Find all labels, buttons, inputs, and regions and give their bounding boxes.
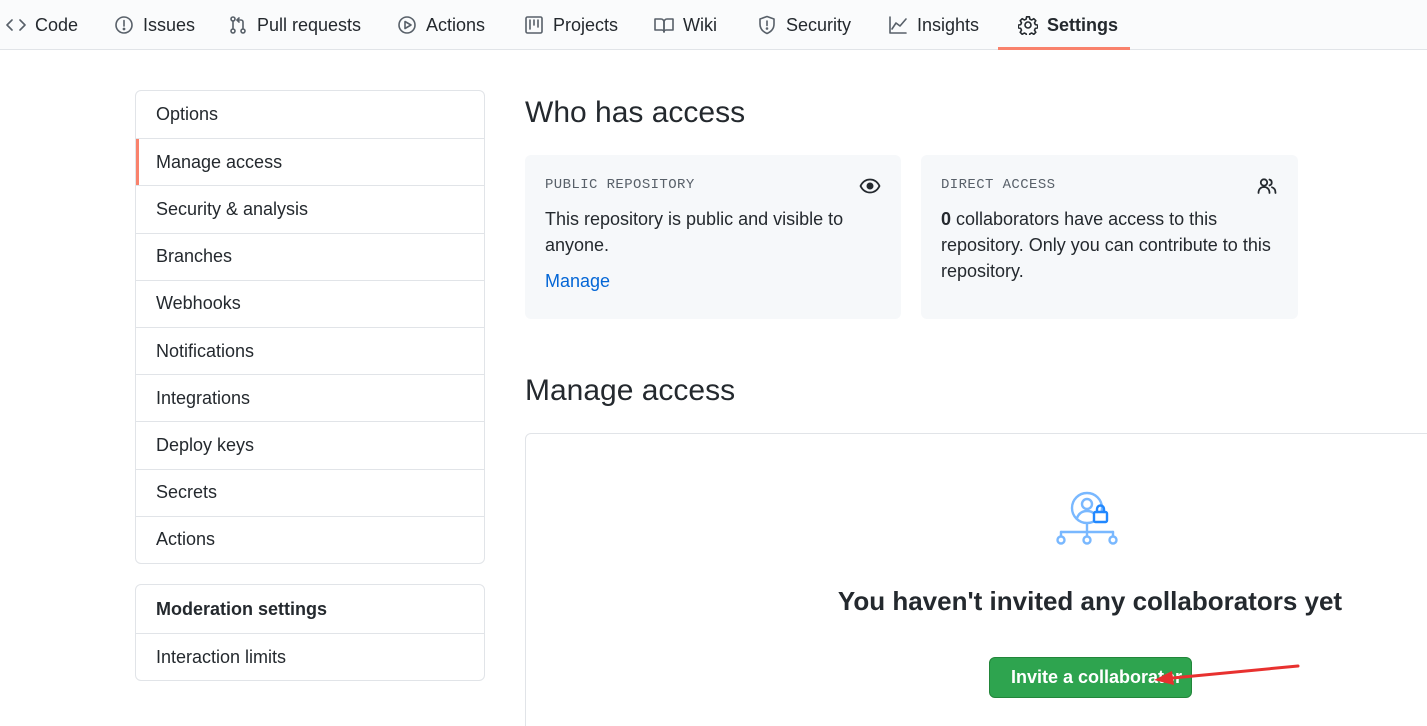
tab-label: Settings bbox=[1047, 14, 1119, 35]
person-lock-tree-icon bbox=[1056, 488, 1124, 554]
tab-actions[interactable]: Actions bbox=[397, 0, 485, 50]
tab-label: Issues bbox=[143, 14, 196, 35]
public-repository-text: This repository is public and visible to… bbox=[545, 209, 844, 255]
sidebar-item-label: Notifications bbox=[156, 340, 255, 361]
moderation-settings-heading: Moderation settings bbox=[156, 598, 328, 619]
tab-label: Code bbox=[35, 14, 79, 35]
tab-code[interactable]: Code bbox=[6, 0, 78, 50]
direct-access-label: DIRECT ACCESS bbox=[941, 177, 1056, 193]
public-repository-box: PUBLIC REPOSITORY This repository is pub… bbox=[525, 155, 901, 319]
manage-access-heading: Manage access bbox=[525, 374, 736, 407]
collaborator-count: 0 bbox=[941, 209, 952, 229]
tab-label: Wiki bbox=[683, 14, 717, 35]
issue-opened-icon bbox=[114, 15, 134, 35]
tab-pull-requests[interactable]: Pull requests bbox=[228, 0, 361, 50]
direct-access-description: collaborators have access to this reposi… bbox=[941, 209, 1271, 281]
shield-icon bbox=[757, 15, 777, 35]
tab-wiki[interactable]: Wiki bbox=[654, 0, 717, 50]
sidebar-item-deploy-keys[interactable]: Deploy keys bbox=[136, 421, 484, 468]
sidebar-item-secrets[interactable]: Secrets bbox=[136, 468, 484, 516]
sidebar-item-branches[interactable]: Branches bbox=[136, 232, 484, 280]
who-has-access-heading: Who has access bbox=[525, 96, 746, 129]
direct-access-text: 0 collaborators have access to this repo… bbox=[941, 206, 1278, 284]
git-pull-request-icon bbox=[228, 15, 248, 35]
tab-insights[interactable]: Insights bbox=[888, 0, 979, 50]
selected-tab-underline bbox=[998, 47, 1130, 50]
direct-access-box: DIRECT ACCESS 0 collaborators have acces… bbox=[921, 155, 1298, 319]
no-collaborators-title: You haven't invited any collaborators ye… bbox=[837, 586, 1343, 616]
sidebar-item-notifications[interactable]: Notifications bbox=[136, 326, 484, 374]
sidebar-item-actions[interactable]: Actions bbox=[136, 515, 484, 563]
tab-label: Projects bbox=[553, 14, 619, 35]
public-repository-label: PUBLIC REPOSITORY bbox=[545, 177, 695, 193]
tab-label: Insights bbox=[917, 14, 980, 35]
sidebar-item-security-analysis[interactable]: Security & analysis bbox=[136, 185, 484, 232]
tab-settings[interactable]: Settings bbox=[1018, 0, 1118, 50]
tab-security[interactable]: Security bbox=[757, 0, 851, 50]
sidebar-item-options[interactable]: Options bbox=[136, 91, 484, 138]
sidebar-item-label: Manage access bbox=[156, 151, 283, 172]
sidebar-item-label: Deploy keys bbox=[156, 434, 255, 455]
sidebar-item-webhooks[interactable]: Webhooks bbox=[136, 279, 484, 327]
graph-icon bbox=[888, 15, 908, 35]
settings-sidebar-menu: Options Manage access Security & analysi… bbox=[135, 90, 485, 564]
sidebar-item-label: Actions bbox=[156, 529, 216, 550]
tab-label: Actions bbox=[426, 14, 486, 35]
tab-issues[interactable]: Issues bbox=[114, 0, 195, 50]
sidebar-item-label: Webhooks bbox=[156, 293, 241, 314]
book-icon bbox=[654, 15, 674, 35]
people-icon bbox=[1256, 175, 1278, 197]
sidebar-item-label: Integrations bbox=[156, 387, 251, 408]
gear-icon bbox=[1018, 15, 1038, 35]
annotation-arrow-icon bbox=[1154, 664, 1300, 685]
moderation-sidebar-menu: Moderation settings Interaction limits bbox=[135, 584, 485, 682]
sidebar-item-manage-access[interactable]: Manage access bbox=[136, 138, 484, 186]
repo-nav-tabs: Code Issues Pull requests Actions Projec… bbox=[0, 0, 1427, 50]
sidebar-item-label: Branches bbox=[156, 246, 233, 267]
sidebar-item-label: Interaction limits bbox=[156, 646, 287, 667]
project-icon bbox=[524, 15, 544, 35]
tab-projects[interactable]: Projects bbox=[524, 0, 618, 50]
tab-label: Pull requests bbox=[257, 14, 362, 35]
manage-visibility-link[interactable]: Manage bbox=[545, 271, 610, 292]
eye-icon bbox=[859, 175, 881, 197]
sidebar-item-label: Options bbox=[156, 104, 219, 125]
code-icon bbox=[6, 15, 26, 35]
sidebar-item-label: Security & analysis bbox=[156, 198, 309, 219]
sidebar-item-integrations[interactable]: Integrations bbox=[136, 374, 484, 421]
sidebar-item-label: Secrets bbox=[156, 482, 218, 503]
tab-label: Security bbox=[786, 14, 852, 35]
play-icon bbox=[397, 15, 417, 35]
sidebar-item-interaction-limits[interactable]: Interaction limits bbox=[136, 633, 484, 680]
